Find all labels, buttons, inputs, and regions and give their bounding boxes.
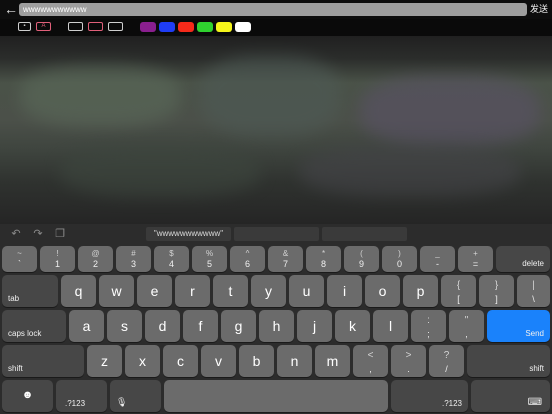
key-close-bracket[interactable]: }] — [479, 275, 514, 307]
key-quote[interactable]: ", — [449, 310, 484, 342]
key-h[interactable]: h — [259, 310, 294, 342]
suggestion-bar: ↶ ↷ ❐ "wwwwwwwwwww" — [0, 224, 552, 244]
text-tool-button[interactable]: A — [36, 22, 51, 31]
key-t[interactable]: t — [213, 275, 248, 307]
key-n[interactable]: n — [277, 345, 312, 377]
key-3[interactable]: #3 — [116, 246, 151, 272]
key-j[interactable]: j — [297, 310, 332, 342]
suggestion-item[interactable]: "wwwwwwwwwww" — [146, 227, 231, 241]
suggestion-item-empty[interactable] — [322, 227, 407, 241]
blurred-background — [0, 36, 552, 224]
delete-key[interactable]: delete — [496, 246, 550, 272]
key-comma[interactable]: <, — [353, 345, 388, 377]
highlight-tool-button[interactable] — [88, 22, 103, 31]
undo-icon[interactable]: ↶ — [9, 227, 23, 241]
key-g[interactable]: g — [221, 310, 256, 342]
shift-right-key[interactable]: shift — [467, 345, 550, 377]
key-m[interactable]: m — [315, 345, 350, 377]
tab-key[interactable]: tab — [2, 275, 58, 307]
key-k[interactable]: k — [335, 310, 370, 342]
shift-left-key[interactable]: shift — [2, 345, 84, 377]
top-bar: ← wwwwwwwwwww 发送 — [0, 0, 552, 19]
select-tool-button[interactable]: ▪ — [18, 22, 31, 31]
color-swatch-white[interactable] — [235, 22, 251, 32]
key-semicolon[interactable]: :; — [411, 310, 446, 342]
paste-icon[interactable]: ❐ — [53, 227, 67, 241]
key-f[interactable]: f — [183, 310, 218, 342]
key-y[interactable]: y — [251, 275, 286, 307]
key-6[interactable]: ^ 6 — [230, 246, 265, 272]
key-l[interactable]: l — [373, 310, 408, 342]
color-swatch-red[interactable] — [178, 22, 194, 32]
space-key[interactable] — [164, 380, 388, 412]
color-swatch-yellow[interactable] — [216, 22, 232, 32]
key-c[interactable]: c — [163, 345, 198, 377]
color-swatch-green[interactable] — [197, 22, 213, 32]
send-button[interactable]: 发送 — [530, 2, 548, 17]
key-slash[interactable]: ? / — [429, 345, 464, 377]
key-equals[interactable]: + = — [458, 246, 493, 272]
key-i[interactable]: i — [327, 275, 362, 307]
color-swatch-blue[interactable] — [159, 22, 175, 32]
key-p[interactable]: p — [403, 275, 438, 307]
key-d[interactable]: d — [145, 310, 180, 342]
caps-lock-key[interactable]: caps lock — [2, 310, 66, 342]
key-backslash[interactable]: | \ — [517, 275, 550, 307]
key-x[interactable]: x — [125, 345, 160, 377]
key-5[interactable]: % 5 — [192, 246, 227, 272]
key-9[interactable]: (9 — [344, 246, 379, 272]
send-key[interactable]: Send — [487, 310, 550, 342]
key-w[interactable]: w — [99, 275, 134, 307]
key-7[interactable]: & 7 — [268, 246, 303, 272]
key-q[interactable]: q — [61, 275, 96, 307]
color-swatch-purple[interactable] — [140, 22, 156, 32]
key-8[interactable]: * 8 — [306, 246, 341, 272]
key-v[interactable]: v — [201, 345, 236, 377]
key-b[interactable]: b — [239, 345, 274, 377]
numbers-key-left[interactable]: .?123 — [56, 380, 107, 412]
keyboard-dismiss-icon[interactable]: ⌨ — [471, 380, 550, 412]
keyboard: ~ ` ! 1 @2 #3 $4 % 5 ^ 6 & 7 * 8 (9 ) 0 _ - + = d… — [0, 244, 552, 414]
key-u[interactable]: u — [289, 275, 324, 307]
key-z[interactable]: z — [87, 345, 122, 377]
numbers-key-right[interactable]: .?123 — [391, 380, 468, 412]
key-backtick[interactable]: ~ ` — [2, 246, 37, 272]
key-o[interactable]: o — [365, 275, 400, 307]
key-minus[interactable]: _ - — [420, 246, 455, 272]
redo-icon[interactable]: ↷ — [31, 227, 45, 241]
key-a[interactable]: a — [69, 310, 104, 342]
key-open-bracket[interactable]: {[ — [441, 275, 476, 307]
shape-tool-button[interactable] — [108, 22, 123, 31]
emoji-icon[interactable]: ☻ — [2, 380, 53, 412]
drawing-toolbar: ▪ A — [0, 19, 552, 36]
message-input[interactable]: wwwwwwwwwww — [19, 3, 527, 16]
key-r[interactable]: r — [175, 275, 210, 307]
back-arrow-icon[interactable]: ← — [4, 1, 18, 18]
key-4[interactable]: $4 — [154, 246, 189, 272]
key-1[interactable]: ! 1 — [40, 246, 75, 272]
key-2[interactable]: @2 — [78, 246, 113, 272]
key-s[interactable]: s — [107, 310, 142, 342]
key-period[interactable]: >. — [391, 345, 426, 377]
rect-tool-button[interactable] — [68, 22, 83, 31]
key-0[interactable]: ) 0 — [382, 246, 417, 272]
microphone-icon[interactable]: 🎙 — [110, 380, 161, 412]
suggestion-item-empty[interactable] — [234, 227, 319, 241]
key-e[interactable]: e — [137, 275, 172, 307]
